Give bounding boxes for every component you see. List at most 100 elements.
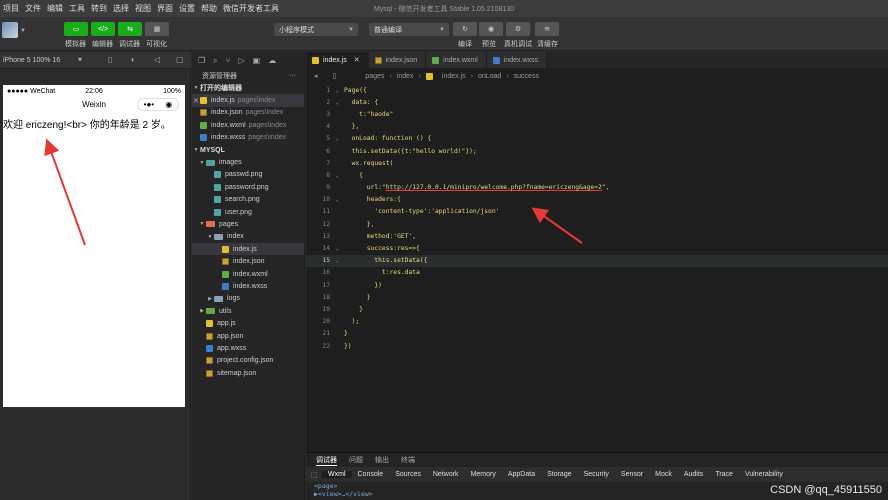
project-header[interactable]: ▼ MYSQL [192,144,304,156]
file-item[interactable]: index.wxml [192,268,304,280]
folder-images[interactable]: ▼ images [192,156,304,168]
phone-icon[interactable]: ▯ [108,55,112,64]
open-editor-item[interactable]: index.json pages\index [192,107,304,119]
mode-select[interactable]: 小程序模式 ▼ [274,23,358,36]
code-line[interactable]: 7 wx.request( [306,157,888,169]
chevron-down-icon[interactable]: ▼ [20,28,26,34]
menu-item-select[interactable]: 选择 [110,3,132,14]
open-editor-item[interactable]: index.wxml pages\index [192,119,304,131]
crumb-item[interactable]: index [397,73,414,80]
panel-memory[interactable]: Memory [465,471,502,478]
chevron-down-icon[interactable]: ▾ [78,55,82,64]
code-line[interactable]: 2 ⌄ data: { [306,96,888,108]
code-line[interactable]: 21} [306,328,888,340]
panel-trace[interactable]: Trace [709,471,739,478]
panel-sources[interactable]: Sources [389,471,427,478]
fold-chevron-icon[interactable]: ⌄ [330,172,344,179]
code-line[interactable]: 22}) [306,340,888,352]
source-control-icon[interactable]: ⑂ [226,56,231,65]
debugger-button[interactable]: ⇆ [118,22,142,36]
folder-utils[interactable]: ▶ utils [192,305,304,317]
file-item[interactable]: sitemap.json [192,367,304,379]
code-line[interactable]: 13 method:'GET', [306,230,888,242]
file-item[interactable]: index.wxss [192,280,304,292]
preview-button[interactable]: ◉ [479,22,503,36]
device-select[interactable]: iPhone 5 100% 16 [3,57,60,64]
file-item[interactable]: index.json [192,255,304,267]
remote-debug-button[interactable]: ⚙ [506,22,530,36]
clear-cache-button[interactable]: ≋ [535,22,559,36]
bookmark-icon[interactable]: ▯ [333,72,337,80]
menu-item-tools[interactable]: 工具 [66,3,88,14]
tab-index-json[interactable]: index.json [368,52,427,68]
menu-item-project[interactable]: 项目 [0,3,22,14]
panel-audits[interactable]: Audits [678,471,709,478]
file-item[interactable]: app.json [192,330,304,342]
more-icon[interactable]: •●• [144,100,154,109]
panel-storage[interactable]: Storage [541,471,578,478]
code-line[interactable]: 6 this.setData({t:"hello world!"}); [306,145,888,157]
file-item[interactable]: search.png [192,194,304,206]
panel-mock[interactable]: Mock [649,471,678,478]
chevron-left-icon[interactable]: ◂ [314,72,318,80]
file-item[interactable]: passwd.png [192,169,304,181]
panel-appdata[interactable]: AppData [502,471,541,478]
crumb-item[interactable]: pages [365,73,384,80]
tab-problems[interactable]: 问题 [349,455,363,465]
code-line[interactable]: 11 'content-type':'application/json' [306,206,888,218]
fold-chevron-icon[interactable]: ⌄ [330,87,344,94]
file-item[interactable]: password.png [192,181,304,193]
tab-terminal[interactable]: 终端 [401,455,415,465]
file-item[interactable]: app.wxss [192,342,304,354]
code-line[interactable]: 4 }, [306,121,888,133]
code-line[interactable]: 8 ⌄ { [306,169,888,181]
fold-chevron-icon[interactable]: ⌄ [330,245,344,252]
menu-item-interface[interactable]: 界面 [154,3,176,14]
tab-index-js[interactable]: index.js ✕ [306,52,369,68]
tab-debugger[interactable]: 调试器 [316,455,337,466]
search-icon[interactable]: ⌕ [213,56,217,66]
code-line[interactable]: 3 t:"haode" [306,108,888,120]
crumb-item[interactable]: index.js [442,73,466,80]
files-icon[interactable]: ❐ [198,56,205,65]
editor-button[interactable]: </> [91,22,115,36]
close-icon[interactable]: ◉ [165,100,172,109]
close-icon[interactable]: ✕ [192,97,200,105]
file-item[interactable]: app.js [192,317,304,329]
crumb-item[interactable]: onLoad [478,73,501,80]
fold-chevron-icon[interactable]: ⌄ [330,257,344,264]
file-item[interactable]: project.config.json [192,355,304,367]
more-icon[interactable]: ··· [289,72,296,79]
open-editor-item[interactable]: index.wxss pages\index [192,132,304,144]
code-line[interactable]: 5 ⌄ onLoad: function () { [306,133,888,145]
code-line[interactable]: 10 ⌄ headers:{ [306,194,888,206]
panel-network[interactable]: Network [427,471,465,478]
avatar[interactable] [2,22,18,38]
file-item[interactable]: index.js [192,243,304,256]
code-line[interactable]: 9 url:"http://127.0.0.1/minipro/welcome.… [306,182,888,194]
rotate-icon[interactable]: ◁ [154,55,160,64]
code-line[interactable]: 15 ⌄ this.setData({ [306,254,888,267]
menu-item-edit[interactable]: 编辑 [44,3,66,14]
panel-console[interactable]: Console [352,471,390,478]
panel-wxml[interactable]: Wxml [322,471,352,478]
code-line[interactable]: 14 ⌄ success:res=>{ [306,242,888,254]
menu-item-goto[interactable]: 转到 [88,3,110,14]
debug-icon[interactable]: ▷ [238,56,244,65]
screenshot-icon[interactable]: ▢ [176,55,184,64]
code-line[interactable]: 12 }, [306,218,888,230]
folder-index[interactable]: ▼ index [192,231,304,243]
code-line[interactable]: 19 } [306,303,888,315]
menu-item-help[interactable]: 帮助 [198,3,220,14]
volume-icon[interactable]: ◖ [130,55,135,64]
fold-chevron-icon[interactable]: ⌄ [330,135,344,142]
simulator-button[interactable]: ▭ [64,22,88,36]
open-editors-header[interactable]: ▼ 打开的编辑器 [192,82,304,94]
fold-chevron-icon[interactable]: ⌄ [330,99,344,106]
menu-item-file[interactable]: 文件 [22,3,44,14]
panel-vulnerability[interactable]: Vulnerability [739,471,789,478]
file-item[interactable]: user.png [192,206,304,218]
folder-pages[interactable]: ▼ pages [192,218,304,230]
code-line[interactable]: 1 ⌄ Page({ [306,84,888,96]
code-line[interactable]: 18 } [306,291,888,303]
